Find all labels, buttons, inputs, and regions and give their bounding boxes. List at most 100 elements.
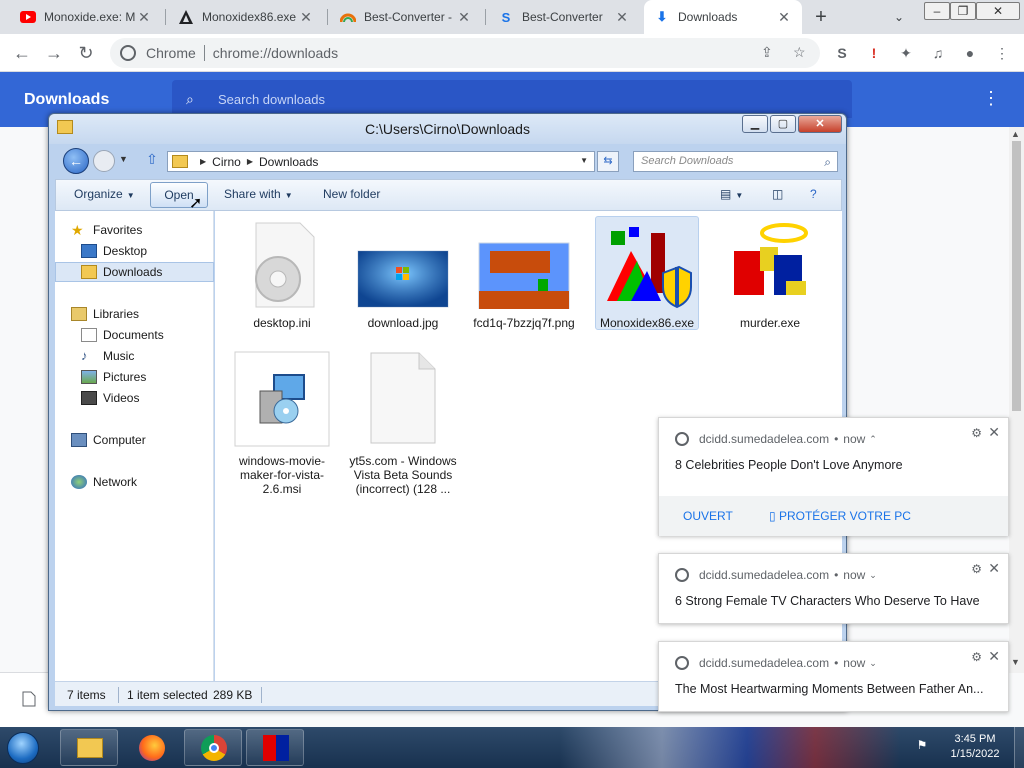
close-icon[interactable]: ✕ xyxy=(776,9,792,26)
file-murder-exe[interactable]: murder.exe xyxy=(715,221,825,330)
tab-best-converter-2[interactable]: S Best-Converter ✕ xyxy=(488,0,640,34)
menu-kebab-icon[interactable]: ⋮ xyxy=(992,43,1012,63)
nav-documents[interactable]: Documents xyxy=(55,325,214,345)
taskbar-murder-exe[interactable] xyxy=(246,729,304,766)
extension-s-icon[interactable]: S xyxy=(832,43,852,63)
file-name: download.jpg xyxy=(367,316,439,330)
extension-alert-icon[interactable]: ! xyxy=(864,43,884,63)
explorer-minimize-button[interactable]: ▁ xyxy=(742,115,768,133)
taskbar-explorer[interactable] xyxy=(60,729,118,766)
downloads-menu-icon[interactable]: ⋮ xyxy=(982,88,1000,109)
close-icon[interactable]: ✕ xyxy=(988,648,1000,665)
taskbar-clock[interactable]: 3:45 PM 1/15/2022 xyxy=(940,732,1010,762)
notification-message: 6 Strong Female TV Characters Who Deserv… xyxy=(675,594,980,608)
explorer-maximize-button[interactable]: ▢ xyxy=(770,115,796,133)
nav-downloads[interactable]: Downloads xyxy=(55,262,214,282)
nav-network[interactable]: Network xyxy=(55,472,214,492)
chevron-down-icon[interactable]: ▼ xyxy=(580,156,588,165)
forward-arrow-icon[interactable] xyxy=(93,150,115,172)
explorer-titlebar[interactable]: C:\Users\Cirno\Downloads ▁ ▢ ✕ xyxy=(49,114,846,144)
preview-pane-icon[interactable]: ◫ xyxy=(772,187,783,201)
forward-arrow-icon[interactable]: → xyxy=(42,41,66,65)
taskbar-chrome[interactable] xyxy=(184,729,242,766)
refresh-icon[interactable]: ⇆ xyxy=(597,151,619,172)
nav-desktop[interactable]: Desktop xyxy=(55,241,214,261)
close-icon[interactable]: ✕ xyxy=(298,9,314,26)
reload-icon[interactable]: ↻ xyxy=(74,41,98,65)
file-yt5s-windows-vista-sounds[interactable]: yt5s.com - Windows Vista Beta Sounds (in… xyxy=(348,351,458,496)
history-dropdown-icon[interactable]: ▼ xyxy=(119,154,128,164)
bookmark-star-icon[interactable]: ☆ xyxy=(793,44,806,61)
share-with-label: Share with xyxy=(224,187,281,201)
close-icon[interactable]: ✕ xyxy=(136,9,152,26)
organize-button[interactable]: Organize ▼ xyxy=(74,187,135,201)
maximize-button[interactable]: ❐ xyxy=(950,2,976,20)
help-icon[interactable]: ? xyxy=(810,187,817,201)
new-tab-button[interactable]: + xyxy=(808,4,834,30)
downloads-folder-icon xyxy=(81,265,97,279)
start-button[interactable] xyxy=(2,729,46,767)
file-download-jpg[interactable]: download.jpg xyxy=(348,221,458,330)
explorer-address-bar[interactable]: ▶ Cirno ▶ Downloads ▼ xyxy=(167,151,595,172)
explorer-close-button[interactable]: ✕ xyxy=(798,115,842,133)
close-window-button[interactable]: ✕ xyxy=(976,2,1020,20)
ouvert-button[interactable]: OUVERT xyxy=(683,509,733,523)
clock-time: 3:45 PM xyxy=(954,733,996,745)
image-file-icon xyxy=(357,250,449,308)
gear-icon[interactable]: ⚙ xyxy=(971,426,982,440)
gear-icon[interactable]: ⚙ xyxy=(971,650,982,664)
taskbar-firefox[interactable] xyxy=(122,729,180,766)
back-arrow-icon[interactable]: ← xyxy=(63,148,89,174)
view-options-icon[interactable]: ▤ ▼ xyxy=(720,187,743,201)
minimize-button[interactable]: – xyxy=(924,2,950,20)
taskbar: ⚑ 3:45 PM 1/15/2022 xyxy=(0,727,1024,768)
source-domain: dcidd.sumedadelea.com xyxy=(699,568,830,582)
breadcrumb-downloads[interactable]: Downloads xyxy=(259,155,318,169)
close-icon[interactable]: ✕ xyxy=(988,424,1000,441)
close-icon[interactable]: ✕ xyxy=(614,9,630,26)
tab-best-converter-1[interactable]: Best-Converter - ✕ xyxy=(330,0,482,34)
notification-3[interactable]: dcidd.sumedadelea.com • now ⌄ ⚙ ✕ The Mo… xyxy=(658,641,1009,712)
tab-search-chevron-icon[interactable]: ⌄ xyxy=(888,6,910,28)
notification-2[interactable]: dcidd.sumedadelea.com • now ⌄ ⚙ ✕ 6 Stro… xyxy=(658,553,1009,624)
file-windows-movie-maker-msi[interactable]: windows-movie-maker-for-vista-2.6.msi xyxy=(227,351,337,496)
close-icon[interactable]: ✕ xyxy=(988,560,1000,577)
network-tray-icon[interactable]: ⚑ xyxy=(914,738,930,754)
extensions-puzzle-icon[interactable]: ✦ xyxy=(896,43,916,63)
share-icon[interactable]: ⇪ xyxy=(761,44,773,61)
address-bar[interactable]: Chrome chrome://downloads ⇪ ☆ xyxy=(110,38,820,68)
nav-pictures[interactable]: Pictures xyxy=(55,367,214,387)
chevron-up-icon[interactable]: ⌃ xyxy=(869,434,877,445)
new-folder-button[interactable]: New folder xyxy=(323,187,380,201)
profile-avatar-icon[interactable]: ● xyxy=(960,43,980,63)
site-info-icon[interactable] xyxy=(120,45,136,61)
tab-monoxide-youtube[interactable]: Monoxide.exe: M ✕ xyxy=(10,0,162,34)
chevron-down-icon[interactable]: ⌄ xyxy=(869,658,877,669)
gear-icon[interactable]: ⚙ xyxy=(971,562,982,576)
file-fcd1q-png[interactable]: fcd1q-7bzzjq7f.png xyxy=(469,221,579,330)
close-icon[interactable]: ✕ xyxy=(456,9,472,26)
media-control-icon[interactable]: ♫ xyxy=(928,43,948,63)
nav-computer[interactable]: Computer xyxy=(55,430,214,450)
nav-videos[interactable]: Videos xyxy=(55,388,214,408)
show-desktop-button[interactable] xyxy=(1014,727,1024,768)
explorer-search-input[interactable]: Search Downloads ⌕ xyxy=(633,151,838,172)
file-desktop-ini[interactable]: desktop.ini xyxy=(227,221,337,330)
breadcrumb-cirno[interactable]: Cirno xyxy=(212,155,241,169)
notification-1[interactable]: dcidd.sumedadelea.com • now ⌃ ⚙ ✕ 8 Cele… xyxy=(658,417,1009,536)
tab-monoxidex86[interactable]: Monoxidex86.exe ✕ xyxy=(168,0,324,34)
page-scrollbar[interactable]: ▲ ▼ xyxy=(1009,127,1024,673)
nav-music[interactable]: ♪ Music xyxy=(55,346,214,366)
documents-icon xyxy=(81,328,97,342)
file-monoxidex86-exe[interactable]: Monoxidex86.exe xyxy=(595,216,699,330)
share-with-button[interactable]: Share with ▼ xyxy=(224,187,293,201)
up-folder-icon[interactable]: ⇧ xyxy=(143,151,161,171)
tab-title: Monoxidex86.exe xyxy=(202,10,297,24)
nav-favorites[interactable]: ★ Favorites xyxy=(55,220,214,240)
address-row: ← ▼ ⇧ ▶ Cirno ▶ Downloads ▼ ⇆ Search Dow… xyxy=(55,146,842,176)
tab-downloads[interactable]: ⬇ Downloads ✕ xyxy=(644,0,802,34)
protect-pc-button[interactable]: ▯ PROTÉGER VOTRE PC xyxy=(769,509,911,523)
back-arrow-icon[interactable]: ← xyxy=(10,41,34,65)
chevron-down-icon[interactable]: ⌄ xyxy=(869,570,877,581)
nav-libraries[interactable]: Libraries xyxy=(55,304,214,324)
